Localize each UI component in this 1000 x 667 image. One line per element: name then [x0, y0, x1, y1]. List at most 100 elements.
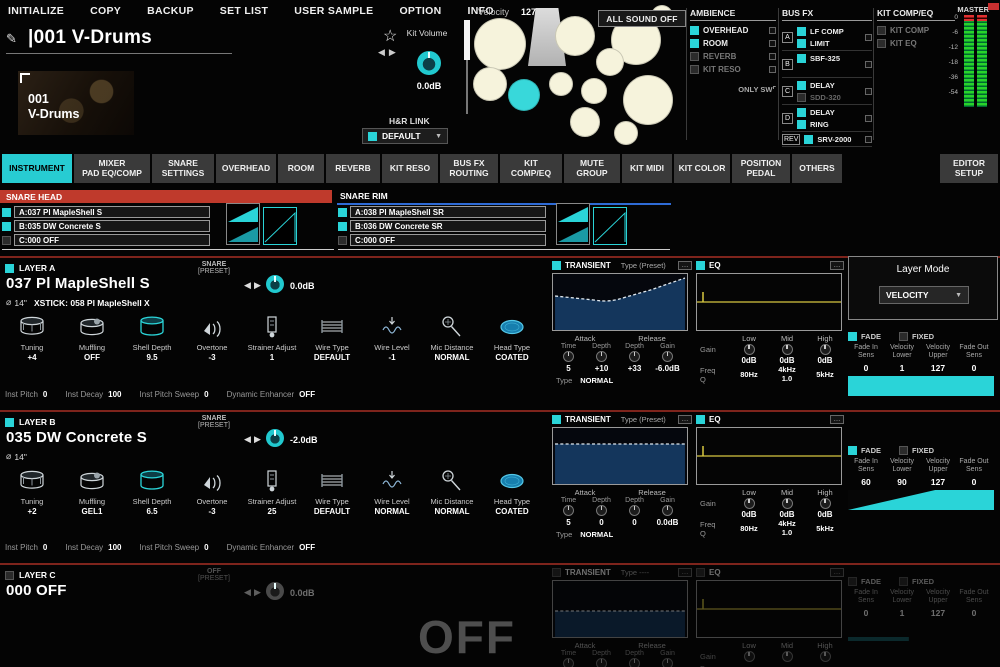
inst-next-button[interactable]: ▶	[254, 434, 261, 445]
menu-backup[interactable]: BACKUP	[147, 5, 194, 17]
tab-kit-midi[interactable]: KIT MIDI	[622, 154, 672, 183]
fade-value[interactable]: 0	[956, 608, 992, 618]
layer-volume-knob[interactable]	[266, 582, 284, 600]
eq-mid-gain-knob[interactable]	[782, 344, 793, 355]
snare-head-layer-2[interactable]: C:000 OFF	[14, 234, 210, 246]
fade-value[interactable]: 1	[884, 608, 920, 618]
transient-gain-knob[interactable]	[662, 505, 673, 516]
fx-enable-checkbox[interactable]	[797, 39, 806, 48]
tab-kit-color[interactable]: KIT COLOR	[674, 154, 730, 183]
bus-fx-slot-a-0[interactable]: LF COMP	[797, 25, 865, 37]
transient-time-knob[interactable]	[563, 351, 574, 362]
transient-enable-checkbox[interactable]	[552, 415, 561, 424]
bus-route-box[interactable]	[865, 34, 872, 41]
param-wire-type[interactable]: Wire TypeDEFAULT	[302, 312, 362, 362]
drum-pad-snare-selected[interactable]	[508, 79, 540, 111]
tab-mute-group[interactable]: MUTEGROUP	[564, 154, 620, 183]
transient-depth-knob[interactable]	[596, 505, 607, 516]
snare-rim-layer-1[interactable]: B:036 DW Concrete SR	[350, 220, 546, 232]
eq-low-gain-knob[interactable]	[744, 344, 755, 355]
eq-high-gain-knob[interactable]	[820, 344, 831, 355]
tab-instrument[interactable]: INSTRUMENT	[2, 154, 72, 183]
fade-curve[interactable]	[848, 621, 994, 641]
inst-pitch-sweep[interactable]: Inst Pitch Sweep0	[140, 543, 209, 552]
layer-instrument-name[interactable]: 035 DW Concrete S	[6, 429, 147, 446]
eq-low-gain-knob[interactable]	[744, 498, 755, 509]
layer-b-enable-checkbox[interactable]	[5, 418, 14, 427]
bus-fx-slot-c-0[interactable]: DELAY	[797, 79, 865, 91]
fx-enable-checkbox[interactable]	[797, 108, 806, 117]
tab-snare-settings[interactable]: SNARESETTINGS	[152, 154, 214, 183]
eq-low-gain-knob[interactable]	[744, 651, 755, 662]
eq-graph[interactable]	[696, 427, 842, 485]
transient-depth-knob[interactable]	[596, 351, 607, 362]
param-wire-level[interactable]: Wire Level-1	[362, 312, 422, 362]
menu-user-sample[interactable]: USER SAMPLE	[294, 5, 373, 17]
bus-route-box[interactable]	[865, 136, 872, 143]
transient-graph[interactable]	[552, 273, 688, 331]
drum-pad[interactable]	[570, 107, 600, 137]
xstick-assignment[interactable]: XSTICK: 058 Pl MapleShell X	[34, 298, 150, 308]
fade-value[interactable]: 0	[848, 363, 884, 373]
fade-checkbox[interactable]	[848, 577, 857, 586]
room-route-box[interactable]	[769, 40, 776, 47]
drum-pad[interactable]	[581, 78, 607, 104]
param-overtone[interactable]: Overtone-3	[182, 312, 242, 362]
velocity-slider-handle[interactable]	[464, 20, 470, 60]
tab-position-pedal[interactable]: POSITIONPEDAL	[732, 154, 790, 183]
eq-high-gain-knob[interactable]	[820, 498, 831, 509]
tab-overhead[interactable]: OVERHEAD	[216, 154, 276, 183]
inst-prev-button[interactable]: ◀	[244, 280, 251, 291]
param-head-type[interactable]: Head TypeCOATED	[482, 312, 542, 362]
tab-kit-reso[interactable]: KIT RESO	[382, 154, 438, 183]
kit-thumbnail[interactable]: 001 V-Drums	[18, 71, 134, 135]
inst-prev-button[interactable]: ◀	[244, 587, 251, 598]
eq-options-button[interactable]: …	[830, 568, 844, 577]
dynamic-enhancer[interactable]: Dynamic EnhancerOFF	[227, 390, 316, 399]
param-tuning[interactable]: Tuning+2	[2, 466, 62, 516]
transient-time-knob[interactable]	[563, 505, 574, 516]
fade-checkbox[interactable]	[848, 332, 857, 341]
drum-pad-ride[interactable]	[623, 75, 673, 125]
fx-enable-checkbox[interactable]	[797, 27, 806, 36]
transient-depth-knob[interactable]	[629, 658, 640, 667]
tab-reverb[interactable]: REVERB	[326, 154, 380, 183]
overhead-route-box[interactable]	[769, 27, 776, 34]
fade-checkbox[interactable]	[848, 446, 857, 455]
menu-option[interactable]: OPTION	[399, 5, 441, 17]
fixed-checkbox[interactable]	[899, 332, 908, 341]
snare-rim-layer-checkbox[interactable]	[338, 236, 347, 245]
fade-value[interactable]: 0	[956, 363, 992, 373]
hr-link-dropdown[interactable]: DEFAULT ▼	[362, 128, 448, 144]
all-sound-off-button[interactable]: ALL SOUND OFF	[598, 10, 686, 27]
eq-mid-gain-knob[interactable]	[782, 498, 793, 509]
param-wire-level[interactable]: Wire LevelNORMAL	[362, 466, 422, 516]
inst-prev-button[interactable]: ◀	[244, 434, 251, 445]
inst-next-button[interactable]: ▶	[254, 280, 261, 291]
param-shell-depth[interactable]: Shell Depth6.5	[122, 466, 182, 516]
fx-enable-checkbox[interactable]	[797, 93, 806, 102]
param-wire-type[interactable]: Wire TypeDEFAULT	[302, 466, 362, 516]
menu-initialize[interactable]: INITIALIZE	[8, 5, 64, 17]
kit-reso-checkbox[interactable]	[690, 65, 699, 74]
fade-value[interactable]: 0	[956, 477, 992, 487]
snare-head-layer-checkbox[interactable]	[2, 222, 11, 231]
transient-time-knob[interactable]	[563, 658, 574, 667]
transient-options-button[interactable]: …	[678, 261, 692, 270]
layer-volume-knob[interactable]	[266, 275, 284, 293]
drum-pad[interactable]	[549, 72, 573, 96]
inst-decay[interactable]: Inst Decay100	[65, 543, 121, 552]
eq-enable-checkbox[interactable]	[696, 261, 705, 270]
tab-others[interactable]: OTHERS	[792, 154, 842, 183]
fade-value[interactable]: 127	[920, 477, 956, 487]
eq-graph[interactable]	[696, 580, 842, 638]
hr-link-checkbox[interactable]	[368, 132, 377, 141]
transient-depth-knob[interactable]	[629, 505, 640, 516]
eq-enable-checkbox[interactable]	[696, 568, 705, 577]
bus-route-box[interactable]	[865, 88, 872, 95]
bus-fx-slot-d-0[interactable]: DELAY	[797, 106, 865, 118]
fade-curve[interactable]	[848, 376, 994, 396]
fx-enable-checkbox[interactable]	[797, 120, 806, 129]
transient-depth-knob[interactable]	[596, 658, 607, 667]
eq-mid-gain-knob[interactable]	[782, 651, 793, 662]
